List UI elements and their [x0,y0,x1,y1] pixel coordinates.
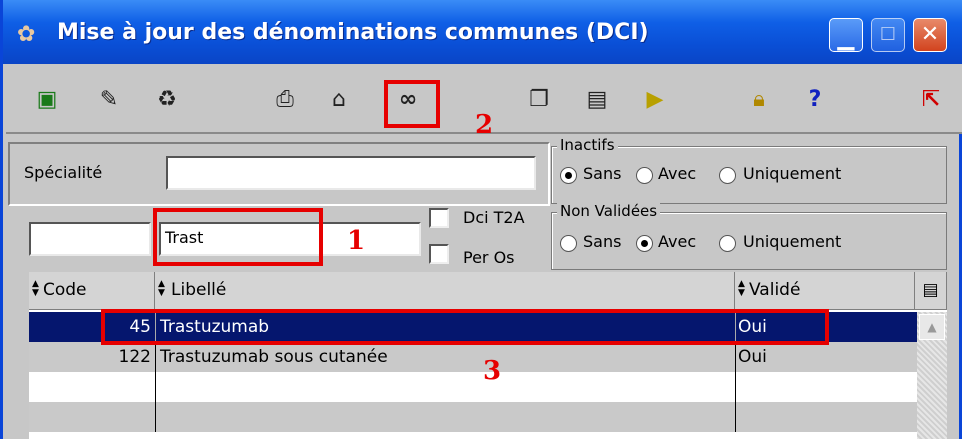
column-header-valide[interactable]: ▲ ▼ Validé [735,272,915,310]
inactifs-sans-radio[interactable] [560,167,577,184]
close-icon: ✕ [920,22,940,47]
lock-button[interactable]: 🔒︎ [742,82,776,116]
copy-icon: ❐ [529,86,549,112]
dci-t2a-label: Dci T2A [463,208,525,227]
cell-valide [735,402,915,432]
annotation-box-search-button [384,80,440,128]
inactifs-uniquement-radio[interactable] [719,167,736,184]
non-validees-uniquement-radio[interactable] [719,235,736,252]
inactifs-sans-label: Sans [583,164,622,183]
lock-icon: 🔒︎ [753,86,765,112]
minimize-icon: ▁ [837,26,855,51]
edit-record-icon: ✎ [99,86,119,112]
app-puzzle-icon: ✿ [17,22,36,47]
dci-t2a-checkbox[interactable] [429,208,449,228]
window-title: Mise à jour des dénominations communes (… [57,20,649,45]
exit-icon: ⇱ [921,86,941,112]
cell-libelle [155,372,735,402]
export-button[interactable]: ▶ [638,82,672,116]
delete-record-button[interactable]: ♻ [150,82,184,116]
close-button[interactable]: ✕ [913,18,947,52]
non-validees-sans-label: Sans [583,232,622,251]
annotation-step-2: 2 [475,110,494,140]
column-chooser-icon: ▤ [922,280,939,300]
non-validees-sans-radio[interactable] [560,235,577,252]
copy-button[interactable]: ❐ [522,82,556,116]
export-icon: ▶ [646,86,664,112]
sort-icon: ▲ ▼ [738,279,745,298]
new-record-icon: ▣ [36,86,58,112]
annotation-box-search-field [153,208,323,266]
document-button[interactable]: ▤ [580,82,614,116]
document-icon: ▤ [586,86,608,112]
specialite-input[interactable] [166,156,536,190]
cell-libelle [155,402,735,432]
inactifs-title: Inactifs [557,136,618,154]
cell-code: 122 [118,347,151,367]
non-validees-avec-label: Avec [658,232,697,251]
annotation-step-3: 3 [483,356,502,386]
non-validees-avec-radio[interactable] [636,235,653,252]
table-row[interactable] [29,372,919,402]
new-record-button[interactable]: ▣ [30,82,64,116]
help-button[interactable]: ? [798,82,832,116]
per-os-checkbox[interactable] [429,244,449,264]
cell-libelle: Trastuzumab sous cutanée [155,342,735,372]
scroll-up-icon: ▲ [927,320,937,334]
properties-icon: ⌂ [332,86,346,112]
specialite-label: Spécialité [24,163,103,182]
inactifs-avec-radio[interactable] [636,167,653,184]
maximize-button[interactable]: ☐ [871,18,905,52]
edit-record-button[interactable]: ✎ [92,82,126,116]
non-validees-uniquement-label: Uniquement [743,232,842,251]
cell-valide: Oui [735,342,915,372]
table-row[interactable] [29,402,919,432]
specialite-panel: Spécialité [8,142,550,206]
delete-record-icon: ♻ [157,86,177,112]
maximize-icon: ☐ [879,24,897,45]
scroll-up-button[interactable]: ▲ [919,314,945,340]
sort-icon: ▲ ▼ [32,279,39,298]
exit-button[interactable]: ⇱ [914,82,948,116]
per-os-label: Per Os [463,248,515,267]
non-validees-title: Non Validées [557,202,661,220]
column-header-libelle[interactable]: ▲ ▼ Libellé [155,272,735,310]
inactifs-uniquement-label: Uniquement [743,164,842,183]
inactifs-avec-label: Avec [658,164,697,183]
minimize-button[interactable]: ▁ [829,18,863,52]
sort-icon: ▲ ▼ [158,279,165,298]
code-input[interactable] [29,222,151,256]
column-chooser-button[interactable]: ▤ [915,272,947,310]
annotation-box-selected-row [101,309,829,345]
column-header-code[interactable]: ▲ ▼ Code [29,272,155,310]
cell-valide [735,372,915,402]
vertical-scrollbar[interactable]: ▲ [917,312,947,439]
print-icon: ⎙ [276,86,294,112]
title-bar[interactable]: ✿ Mise à jour des dénominations communes… [3,0,962,64]
annotation-step-1: 1 [347,226,366,256]
properties-button[interactable]: ⌂ [322,82,356,116]
help-icon: ? [808,86,822,112]
dci-window: ✿ Mise à jour des dénominations communes… [0,0,962,439]
table-row[interactable]: 122 Trastuzumab sous cutanée Oui [29,342,919,372]
print-button[interactable]: ⎙ [268,82,302,116]
